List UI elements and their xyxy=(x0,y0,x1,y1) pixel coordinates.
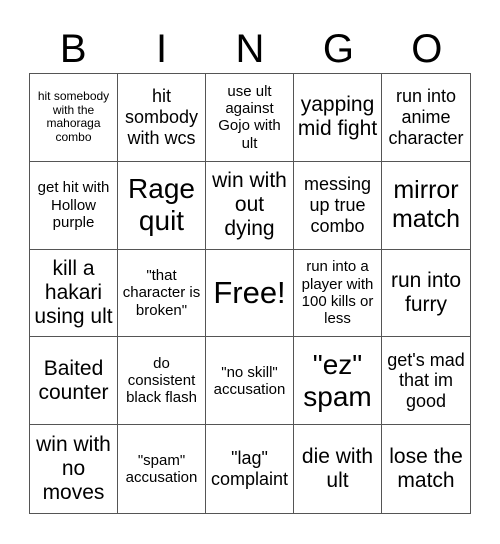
bingo-cell[interactable]: Baited counter xyxy=(30,337,118,426)
cell-text: "spam" accusation xyxy=(125,451,198,487)
bingo-cell[interactable]: "lag" complaint xyxy=(206,425,294,513)
cell-text: hit somebody with the mahoraga combo xyxy=(37,88,110,145)
cell-text: "that character is broken" xyxy=(122,267,201,319)
cell-text: mirror match xyxy=(391,176,461,234)
free-space[interactable]: Free! xyxy=(206,249,294,338)
cell-text: messing up true combo xyxy=(303,174,372,236)
header-letter-i: I xyxy=(156,26,168,71)
cell-text: win with out dying xyxy=(212,168,287,241)
cell-text: lose the match xyxy=(389,444,463,493)
header-letter-n: N xyxy=(235,26,265,71)
cell-text: Free! xyxy=(213,275,286,311)
cell-text: hit sombody with wcs xyxy=(124,86,199,148)
bingo-cell[interactable]: use ult against Gojo with ult xyxy=(206,74,294,162)
bingo-cell[interactable]: "no skill" accusation xyxy=(206,337,294,426)
cell-text: "lag" complaint xyxy=(210,448,289,490)
cell-text: get hit with Hollow purple xyxy=(37,179,110,231)
bingo-cell[interactable]: kill a hakari using ult xyxy=(30,249,118,338)
bingo-cell[interactable]: "spam" accusation xyxy=(118,425,206,513)
bingo-header: B I N G O xyxy=(29,20,471,73)
header-letter-g: G xyxy=(322,26,354,71)
cell-text: use ult against Gojo with ult xyxy=(218,82,281,152)
cell-text: run into anime character xyxy=(388,86,464,148)
cell-text: run into furry xyxy=(390,268,462,316)
bingo-cell[interactable]: "ez" spam xyxy=(294,337,382,426)
cell-text: "no skill" accusation xyxy=(213,363,286,398)
cell-text: die with ult xyxy=(301,444,374,493)
bingo-cell[interactable]: do consistent black flash xyxy=(118,337,206,426)
cell-text: "ez" spam xyxy=(303,348,372,412)
bingo-board: hit somebody with the mahoraga combo hit… xyxy=(29,73,471,514)
bingo-cell[interactable]: lose the match xyxy=(382,425,470,513)
cell-text: Rage quit xyxy=(128,173,195,237)
cell-text: do consistent black flash xyxy=(126,354,197,407)
bingo-cell[interactable]: hit somebody with the mahoraga combo xyxy=(30,74,118,162)
bingo-cell[interactable]: messing up true combo xyxy=(294,161,382,250)
bingo-cell[interactable]: get's mad that im good xyxy=(382,337,470,426)
bingo-cell[interactable]: yapping mid fight xyxy=(294,74,382,162)
bingo-cell[interactable]: get hit with Hollow purple xyxy=(30,161,118,250)
bingo-cell[interactable]: run into furry xyxy=(382,250,470,338)
bingo-cell[interactable]: mirror match xyxy=(382,162,470,250)
bingo-cell[interactable]: win with out dying xyxy=(206,161,294,250)
cell-text: run into a player with 100 kills or less xyxy=(301,258,374,328)
header-letter-o: O xyxy=(411,26,443,71)
bingo-cell[interactable]: Rage quit xyxy=(118,161,206,250)
cell-text: yapping mid fight xyxy=(297,93,378,141)
header-letter-b: B xyxy=(59,26,87,71)
cell-text: kill a hakari using ult xyxy=(34,256,113,329)
cell-text: Baited counter xyxy=(38,356,109,404)
bingo-cell[interactable]: run into anime character xyxy=(382,74,470,162)
bingo-cell[interactable]: hit sombody with wcs xyxy=(118,74,206,162)
bingo-cell[interactable]: "that character is broken" xyxy=(118,249,206,338)
cell-text: win with no moves xyxy=(36,432,111,505)
bingo-cell[interactable]: run into a player with 100 kills or less xyxy=(294,249,382,338)
bingo-cell[interactable]: win with no moves xyxy=(30,425,118,513)
bingo-cell[interactable]: die with ult xyxy=(294,425,382,513)
cell-text: get's mad that im good xyxy=(387,349,465,412)
